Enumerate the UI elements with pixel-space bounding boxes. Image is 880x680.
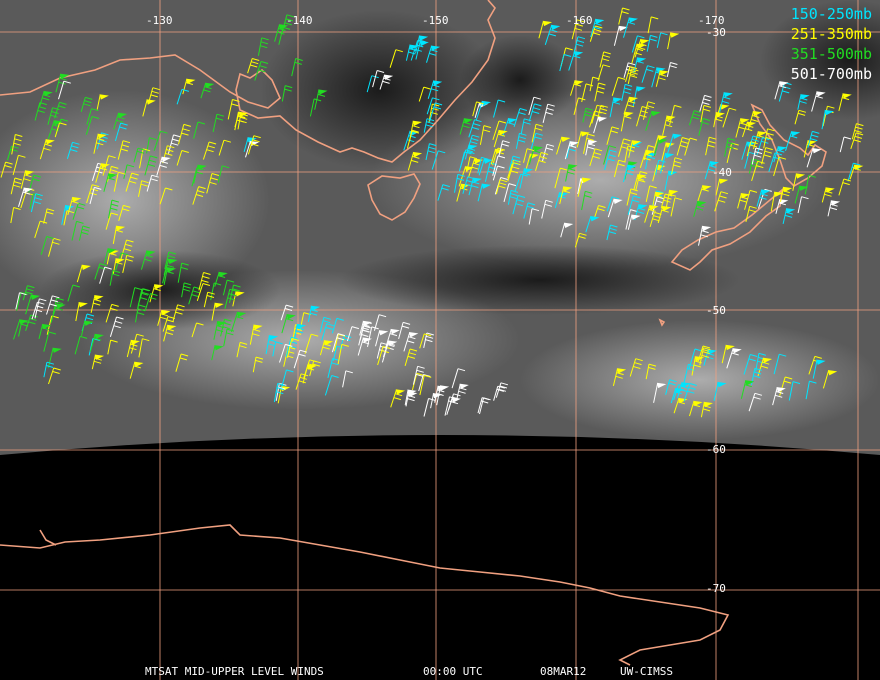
footer-date: 08MAR12: [540, 665, 587, 678]
footer-source: UW-CIMSS: [620, 665, 673, 678]
legend-item-251-350: 251-350mb: [790, 25, 872, 43]
lon-label-130: -130: [146, 14, 173, 27]
lon-label-140: -140: [286, 14, 313, 27]
product-footer: MTSAT MID-UPPER LEVEL WINDS 00:00 UTC 08…: [0, 600, 880, 678]
lat-label-60: -60: [706, 443, 726, 456]
legend-item-351-500: 351-500mb: [790, 45, 872, 63]
footer-product: MTSAT MID-UPPER LEVEL WINDS: [145, 665, 324, 678]
lon-label-150: -150: [422, 14, 449, 27]
legend-item-501-700: 501-700mb: [790, 65, 872, 83]
legend-item-150-250: 150-250mb: [790, 5, 872, 23]
satellite-wind-map: -130 -140 -150 -160 -170 -30 -40 -50 -60…: [0, 0, 880, 680]
map-canvas: -130 -140 -150 -160 -170 -30 -40 -50 -60…: [0, 0, 880, 680]
lon-label-160: -160: [566, 14, 593, 27]
lat-label-30: -30: [706, 26, 726, 39]
pressure-legend: 150-250mb 251-350mb 351-500mb 501-700mb: [791, 4, 872, 84]
lat-label-50: -50: [706, 304, 726, 317]
lat-label-70: -70: [706, 582, 726, 595]
footer-time: 00:00 UTC: [423, 665, 483, 678]
lat-label-40: -40: [712, 166, 732, 179]
